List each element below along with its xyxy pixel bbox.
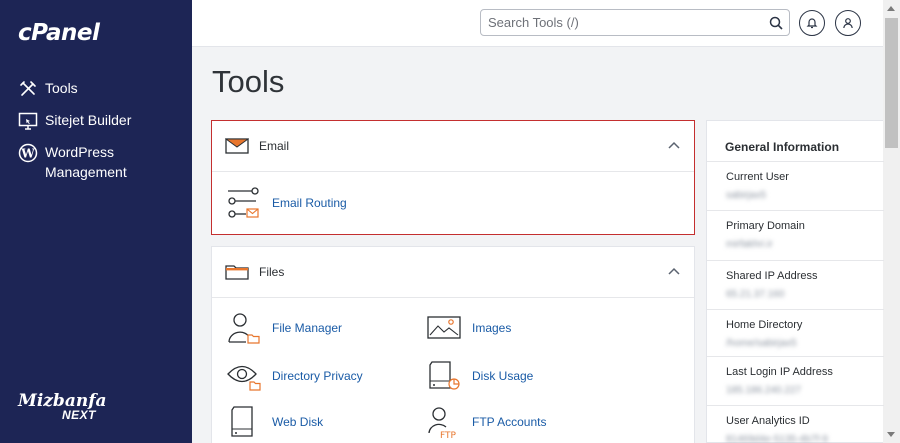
tool-ftp-accounts[interactable]: FTP FTP Accounts	[426, 405, 546, 439]
tool-label: Images	[472, 321, 512, 335]
mizbanfa-brand-logo: Mizbanfa NEXT	[18, 391, 107, 423]
tool-label: Email Routing	[272, 196, 347, 210]
sidebar: cPanel Tools Sitejet Builder W WordPress…	[0, 0, 192, 443]
ftp-accounts-icon: FTP	[428, 407, 457, 439]
email-section-header[interactable]: Email	[212, 121, 694, 172]
bell-icon	[806, 18, 818, 29]
envelope-icon	[225, 138, 249, 154]
user-menu-button[interactable]	[835, 10, 861, 36]
section-title: Email	[259, 139, 290, 153]
svg-text:W: W	[20, 147, 35, 161]
scrollbar-thumb[interactable]	[885, 18, 898, 148]
web-disk-icon	[231, 406, 253, 437]
svg-text:FTP: FTP	[440, 431, 457, 439]
sidebar-item-label: Sitejet Builder	[45, 112, 132, 128]
info-row-user-analytics-id: User Analytics ID 81469d4e-5135-4b7f-9	[707, 405, 884, 443]
cpanel-logo[interactable]: cPanel	[18, 20, 100, 46]
info-value: 65.21.37.160	[726, 289, 785, 300]
chevron-up-icon[interactable]	[668, 141, 680, 149]
chevron-up-icon[interactable]	[668, 267, 680, 275]
tool-images[interactable]: Images	[426, 311, 511, 345]
info-label: User Analytics ID	[726, 415, 810, 427]
search-input[interactable]	[481, 10, 761, 35]
wordpress-icon: W	[18, 143, 38, 163]
sidebar-item-label: WordPress Management	[45, 144, 127, 180]
tool-label: FTP Accounts	[472, 415, 547, 429]
search-box	[480, 9, 790, 36]
files-section-header[interactable]: Files	[212, 247, 694, 298]
disk-usage-icon	[429, 361, 460, 390]
email-section: Email Email Routing	[211, 120, 695, 235]
section-title: Files	[259, 265, 285, 279]
info-row-shared-ip: Shared IP Address 65.21.37.160	[707, 260, 884, 309]
info-value[interactable]: mirfakhri.ir	[726, 239, 773, 250]
scroll-down-arrow[interactable]	[887, 432, 895, 437]
tool-email-routing[interactable]: Email Routing	[226, 186, 347, 220]
info-label: Primary Domain	[726, 220, 805, 232]
info-value: 81469d4e-5135-4b7f-9	[726, 434, 828, 443]
tool-directory-privacy[interactable]: Directory Privacy	[226, 359, 363, 393]
tool-web-disk[interactable]: Web Disk	[226, 405, 323, 439]
info-row-home-directory: Home Directory /home/sabirjax5	[707, 309, 884, 356]
top-header	[192, 0, 883, 47]
info-label: Current User	[726, 171, 789, 183]
tool-label: Directory Privacy	[272, 369, 363, 383]
info-label: Shared IP Address	[726, 270, 818, 282]
tool-label: File Manager	[272, 321, 343, 335]
tool-file-manager[interactable]: File Manager	[226, 311, 342, 345]
user-icon	[843, 18, 853, 29]
tool-disk-usage[interactable]: Disk Usage	[426, 359, 533, 393]
eye-icon	[227, 365, 261, 391]
info-label: Last Login IP Address	[726, 366, 833, 378]
monitor-icon	[18, 112, 38, 130]
info-row-current-user: Current User sabirjax5	[707, 161, 884, 210]
info-value: sabirjax5	[726, 190, 767, 201]
info-row-primary-domain: Primary Domain mirfakhri.ir	[707, 210, 884, 260]
page-title: Tools	[212, 64, 285, 99]
sidebar-item-label: Tools	[45, 80, 78, 96]
email-routing-icon	[228, 187, 259, 218]
tool-label: Disk Usage	[472, 369, 534, 383]
images-icon	[427, 316, 461, 339]
folder-icon	[225, 265, 249, 280]
search-icon[interactable]	[769, 16, 783, 30]
sidebar-item-wordpress-management[interactable]: W WordPress Management	[0, 136, 192, 186]
info-label: Home Directory	[726, 319, 803, 331]
tools-icon	[20, 81, 36, 96]
notifications-button[interactable]	[799, 10, 825, 36]
sidebar-item-tools[interactable]: Tools	[0, 72, 192, 104]
sidebar-item-sitejet-builder[interactable]: Sitejet Builder	[0, 104, 192, 136]
sidebar-nav: Tools Sitejet Builder W WordPress Manage…	[0, 72, 192, 186]
general-information-panel: General Information Current User sabirja…	[706, 120, 884, 443]
info-row-last-login-ip: Last Login IP Address 185.186.240.227	[707, 356, 884, 405]
info-value: 185.186.240.227	[726, 385, 802, 396]
file-manager-icon	[228, 313, 260, 344]
scroll-up-arrow[interactable]	[887, 6, 895, 11]
files-section: Files File Manager Images Directory Priv…	[211, 246, 695, 443]
panel-title: General Information	[725, 140, 840, 154]
tool-label: Web Disk	[272, 415, 324, 429]
info-value: /home/sabirjax5	[726, 338, 797, 349]
